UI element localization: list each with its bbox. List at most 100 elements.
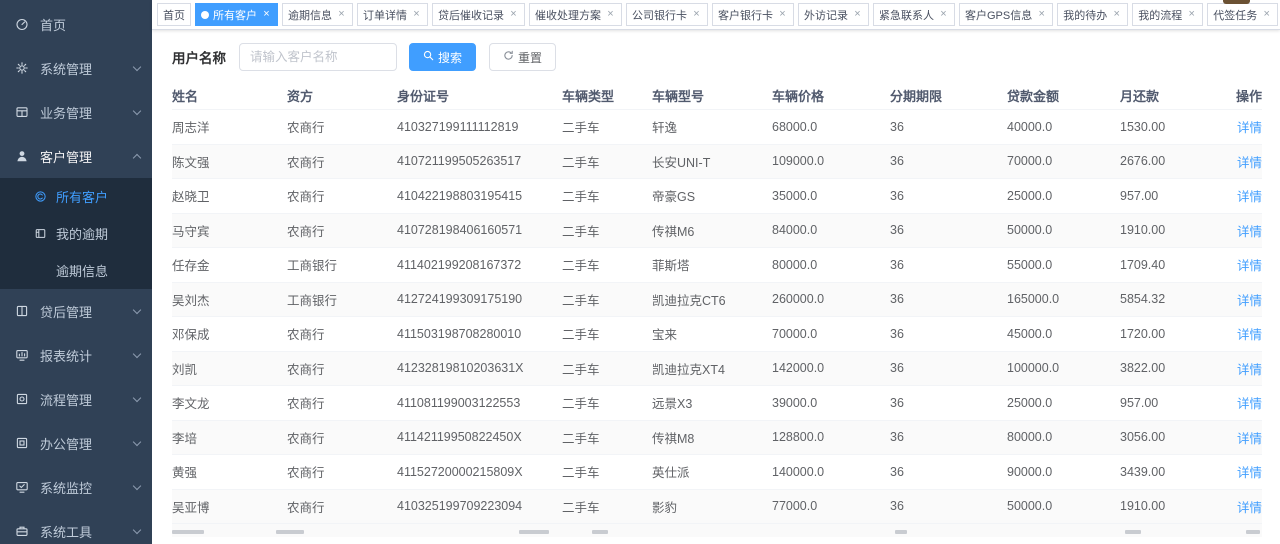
col-header-vehicle-price: 车辆价格: [772, 86, 890, 105]
office-icon: [14, 435, 30, 451]
tab[interactable]: 我的待办 ×: [1057, 3, 1128, 26]
sidebar-item-office-management[interactable]: 办公管理: [0, 421, 152, 465]
tabs-bar: 首页 × 所有客户 × 逾期信息 × 订单详情 ×: [152, 0, 1280, 30]
cell-loan-amount: 70000.0: [1007, 154, 1120, 168]
tab[interactable]: 所有客户 ×: [195, 3, 278, 26]
cell-monthly: 3056.00: [1120, 430, 1222, 444]
tab-label: 催收处理方案: [535, 7, 601, 23]
tab-label: 所有客户: [213, 7, 257, 23]
cell-id-number: 410422198803195415: [397, 189, 562, 203]
cell-name: 马守宾: [172, 221, 287, 240]
sidebar-item-system-monitor[interactable]: 系统监控: [0, 465, 152, 509]
sidebar-item-business-management[interactable]: 业务管理: [0, 90, 152, 134]
cell-loan-amount: 25000.0: [1007, 189, 1120, 203]
sidebar-item-label: 流程管理: [40, 390, 134, 409]
col-header-name: 姓名: [172, 86, 287, 105]
cell-loan-amount: 55000.0: [1007, 258, 1120, 272]
col-header-funder: 资方: [287, 86, 397, 105]
cell-name: 李培: [172, 428, 287, 447]
cell-name: 周志洋: [172, 117, 287, 136]
tab[interactable]: 首页 ×: [157, 3, 191, 26]
detail-link[interactable]: 详情: [1222, 393, 1262, 412]
cell-id-number: 41152720000215809X: [397, 465, 562, 479]
tab-close-icon[interactable]: ×: [336, 9, 347, 20]
grid-icon: [14, 104, 30, 120]
sidebar-item-home[interactable]: 首页: [0, 2, 152, 46]
cell-id-number: 411503198708280010: [397, 327, 562, 341]
dashboard-icon: [14, 16, 30, 32]
sidebar-item-my-overdue[interactable]: 我的逾期: [0, 215, 152, 252]
sidebar-item-system-management[interactable]: 系统管理: [0, 46, 152, 90]
reset-button[interactable]: 重置: [489, 43, 556, 71]
tab-close-icon[interactable]: ×: [852, 9, 863, 20]
col-header-vehicle-model: 车辆型号: [652, 86, 772, 105]
customer-name-input[interactable]: [239, 43, 397, 71]
detail-link[interactable]: 详情: [1222, 324, 1262, 343]
cell-vehicle-price: 109000.0: [772, 154, 890, 168]
refresh-icon: [503, 50, 514, 64]
detail-link[interactable]: 详情: [1222, 152, 1262, 171]
tab-close-icon[interactable]: ×: [1186, 9, 1197, 20]
tab-close-icon[interactable]: ×: [691, 9, 702, 20]
cell-term: 36: [890, 361, 1007, 375]
tab[interactable]: 客户银行卡 ×: [712, 3, 794, 26]
cell-loan-amount: 80000.0: [1007, 430, 1120, 444]
detail-link[interactable]: 详情: [1222, 186, 1262, 205]
sidebar-item-customer-management[interactable]: 客户管理: [0, 134, 152, 178]
tab[interactable]: 订单详情 ×: [357, 3, 428, 26]
table-row: 邓保成 农商行 411503198708280010 二手车 宝来 70000.…: [172, 316, 1262, 351]
tab[interactable]: 紧急联系人 ×: [873, 3, 955, 26]
tab[interactable]: 贷后催收记录 ×: [432, 3, 525, 26]
tab[interactable]: 客户GPS信息 ×: [959, 3, 1053, 26]
detail-link[interactable]: 详情: [1222, 255, 1262, 274]
detail-link[interactable]: 详情: [1222, 117, 1262, 136]
detail-link[interactable]: 详情: [1222, 359, 1262, 378]
cell-loan-amount: 165000.0: [1007, 292, 1120, 306]
sidebar-item-overdue-info[interactable]: 逾期信息: [0, 252, 152, 289]
tab[interactable]: 我的流程 ×: [1132, 3, 1203, 26]
sidebar-item-process-management[interactable]: 流程管理: [0, 377, 152, 421]
detail-link[interactable]: 详情: [1222, 290, 1262, 309]
chevron-down-icon: [133, 106, 141, 114]
detail-link[interactable]: 详情: [1222, 497, 1262, 516]
tab-close-icon[interactable]: ×: [605, 9, 616, 20]
tab-close-icon[interactable]: ×: [508, 9, 519, 20]
cell-vehicle-price: 80000.0: [772, 258, 890, 272]
table-row: 吴刘杰 工商银行 412724199309175190 二手车 凯迪拉克CT6 …: [172, 282, 1262, 317]
tab-close-icon[interactable]: ×: [938, 9, 949, 20]
tab[interactable]: 外访记录 ×: [798, 3, 869, 26]
table-row: 陈文强 农商行 410721199505263517 二手车 长安UNI-T 1…: [172, 144, 1262, 179]
search-icon: [423, 50, 434, 64]
cell-monthly: 3822.00: [1120, 361, 1222, 375]
tab-close-icon[interactable]: ×: [777, 9, 788, 20]
detail-link[interactable]: 详情: [1222, 221, 1262, 240]
cell-vehicle-type: 二手车: [562, 255, 652, 274]
detail-link[interactable]: 详情: [1222, 462, 1262, 481]
cell-funder: 工商银行: [287, 290, 397, 309]
tab[interactable]: 逾期信息 ×: [282, 3, 353, 26]
tab-close-icon[interactable]: ×: [1036, 9, 1047, 20]
main-content: 首页 × 所有客户 × 逾期信息 × 订单详情 ×: [152, 0, 1280, 544]
sidebar-item-postloan-management[interactable]: 贷后管理: [0, 289, 152, 333]
cell-id-number: 411402199208167372: [397, 258, 562, 272]
tab-close-icon[interactable]: ×: [261, 9, 272, 20]
tab-close-icon[interactable]: ×: [1111, 9, 1122, 20]
tab[interactable]: 催收处理方案 ×: [529, 3, 622, 26]
detail-link[interactable]: 详情: [1222, 428, 1262, 447]
cell-name: 邓保成: [172, 324, 287, 343]
tab[interactable]: 公司银行卡 ×: [626, 3, 708, 26]
search-button[interactable]: 搜索: [409, 43, 476, 71]
cell-funder: 农商行: [287, 324, 397, 343]
tab[interactable]: 代签任务 ×: [1207, 3, 1278, 26]
cell-funder: 农商行: [287, 221, 397, 240]
tab-label: 客户银行卡: [718, 7, 773, 23]
tab-close-icon[interactable]: ×: [1261, 9, 1272, 20]
tab-close-icon[interactable]: ×: [411, 9, 422, 20]
cell-vehicle-model: 英仕派: [652, 462, 772, 481]
sidebar-item-all-customers[interactable]: 所有客户: [0, 178, 152, 215]
sidebar-item-system-tools[interactable]: 系统工具: [0, 509, 152, 544]
cell-monthly: 1910.00: [1120, 499, 1222, 513]
columns-icon: [14, 303, 30, 319]
sidebar-item-report-statistics[interactable]: 报表统计: [0, 333, 152, 377]
cell-term: 36: [890, 258, 1007, 272]
